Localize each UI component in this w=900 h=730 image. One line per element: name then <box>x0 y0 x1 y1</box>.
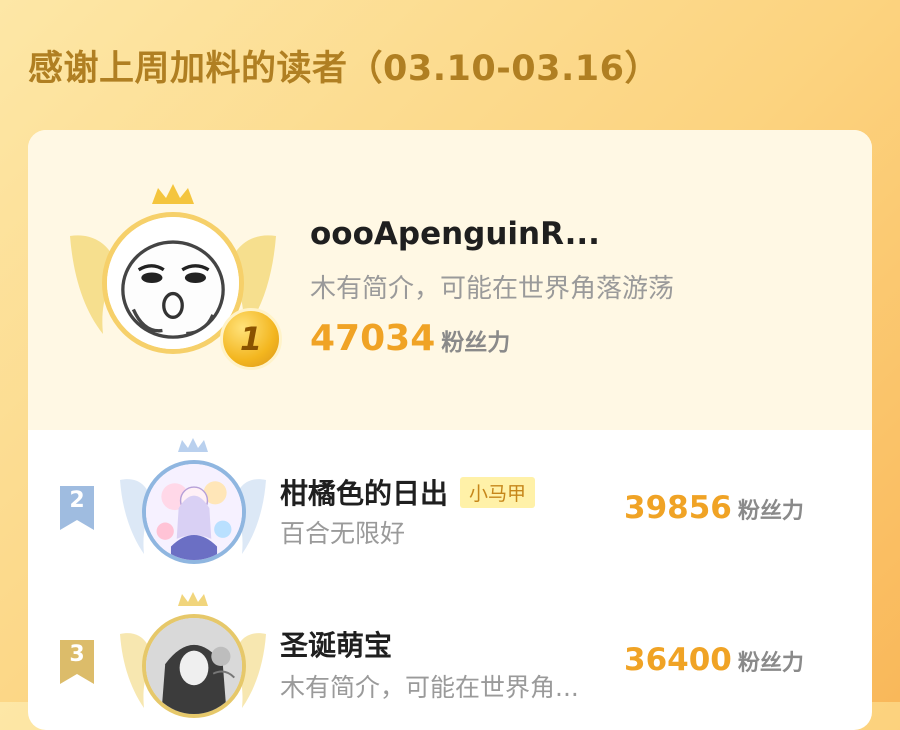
user-name[interactable]: oooApenguinR... <box>310 216 600 252</box>
fans-label: 粉丝力 <box>737 651 804 676</box>
user-name-row: 柑橘色的日出 小马甲 <box>280 472 536 512</box>
fans-power: 39856 粉丝力 <box>624 490 804 526</box>
rank-2-badge <box>118 436 268 576</box>
alt-account-tag: 小马甲 <box>460 476 536 508</box>
fans-label: 粉丝力 <box>737 499 804 524</box>
fans-power: 47034 粉丝力 <box>310 318 510 359</box>
avatar[interactable] <box>142 614 246 718</box>
cartoon-face-avatar-icon <box>107 217 239 349</box>
user-name[interactable]: 圣诞萌宝 <box>280 629 392 662</box>
rank-number: 3 <box>69 642 85 667</box>
user-bio: 木有简介，可能在世界角落游荡 <box>310 274 675 304</box>
user-name[interactable]: 柑橘色的日出 <box>280 477 448 510</box>
user-name-row: 圣诞萌宝 <box>280 624 392 664</box>
fans-label: 粉丝力 <box>441 330 511 356</box>
ranking-card: 1 oooApenguinR... 木有简介，可能在世界角落游荡 47034 粉丝… <box>28 130 872 730</box>
photo-avatar-icon <box>146 618 242 714</box>
fans-value: 47034 <box>310 318 436 359</box>
anime-girl-avatar-icon <box>146 464 242 560</box>
user-bio: 百合无限好 <box>280 519 406 548</box>
rank-1-badge: 1 <box>68 184 282 370</box>
user-bio: 木有简介，可能在世界角... <box>280 673 579 702</box>
rank-2-ribbon: 2 <box>60 486 94 530</box>
fans-value: 36400 <box>624 642 732 678</box>
rank-number: 2 <box>69 488 85 513</box>
fans-value: 39856 <box>624 490 732 526</box>
rank-3-badge <box>118 590 268 730</box>
fans-power: 36400 粉丝力 <box>624 642 804 678</box>
top-reader-section[interactable]: 1 oooApenguinR... 木有简介，可能在世界角落游荡 47034 粉丝… <box>28 130 872 430</box>
rank-3-ribbon: 3 <box>60 640 94 684</box>
page-title: 感谢上周加料的读者（03.10-03.16） <box>28 49 660 89</box>
rank-1-coin: 1 <box>220 308 282 370</box>
avatar[interactable] <box>142 460 246 564</box>
